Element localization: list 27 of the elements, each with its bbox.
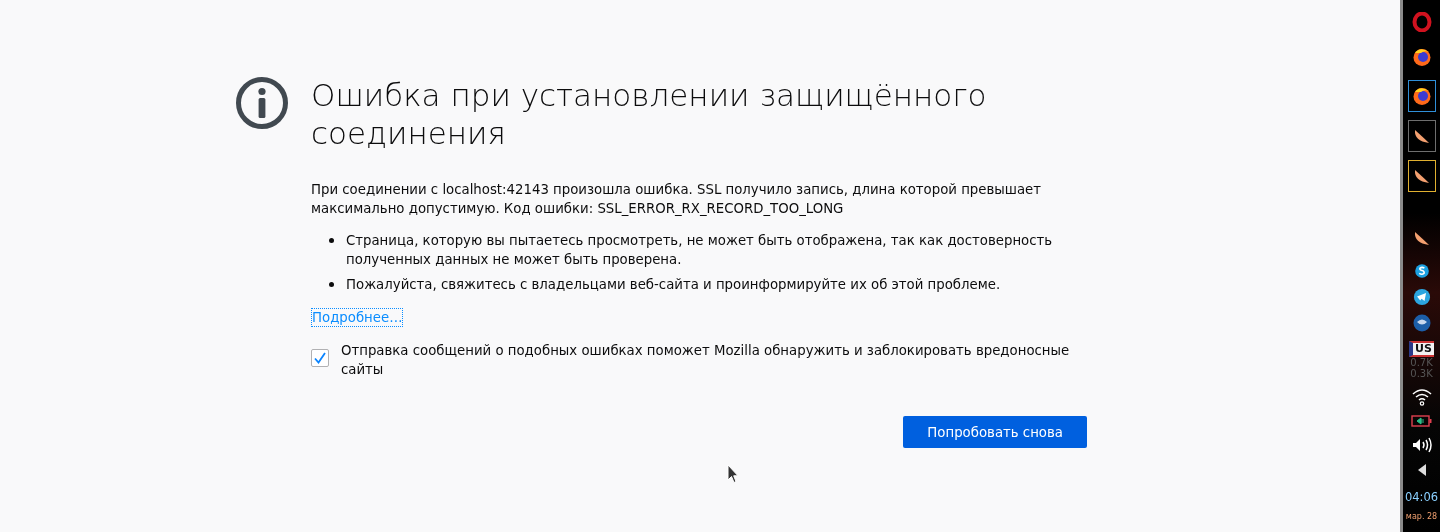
firefox-icon[interactable] <box>1411 86 1432 106</box>
expand-arrow-icon[interactable] <box>1416 463 1427 477</box>
battery-icon[interactable] <box>1410 415 1433 427</box>
network-speed: 0.3K <box>1410 368 1433 379</box>
window-button[interactable] <box>1407 160 1436 192</box>
retry-button[interactable]: Попробовать снова <box>903 416 1087 448</box>
info-icon <box>235 76 289 130</box>
opera-icon[interactable] <box>1411 12 1432 32</box>
clock[interactable]: 04:06 <box>1404 490 1439 504</box>
firefox-icon[interactable] <box>1411 47 1432 67</box>
volume-icon[interactable] <box>1410 436 1433 454</box>
mouse-cursor-icon <box>727 464 739 484</box>
checkbox-label: Отправка сообщений о подобных ошибках поможет Mozilla обнаружить и заблокировать вредоносные сайты <box>341 342 1071 379</box>
bird-icon[interactable] <box>1411 313 1432 333</box>
network-speed: 0.7K <box>1410 357 1433 368</box>
date: мар. 28 <box>1405 512 1438 521</box>
error-message: При соединении с localhost:42143 произошла ошибка. SSL получило запись, длина которой превышает максимально допустимую. Код ошибки: SSL_ERROR_RX_RECORD_TOO_LONG <box>311 181 1043 218</box>
window-button[interactable] <box>1407 80 1436 112</box>
report-checkbox[interactable] <box>311 349 329 367</box>
bullet-text: Пожалуйста, свяжитесь с владельцами веб-сайта и проинформируйте их об этой проблеме. <box>346 276 1001 294</box>
bullet-text: Страница, которую вы пытаетесь просмотреть, не может быть отображена, так как достоверность полученных данных не может быть проверена. <box>346 232 1054 269</box>
error-title: Ошибка при установлении защищённого соединения <box>311 76 988 152</box>
window-button[interactable] <box>1407 120 1436 152</box>
keyboard-layout-indicator[interactable]: US <box>1409 341 1434 357</box>
telegram-icon[interactable] <box>1412 288 1431 306</box>
wifi-icon[interactable] <box>1410 388 1433 406</box>
skype-icon[interactable] <box>1413 263 1430 279</box>
